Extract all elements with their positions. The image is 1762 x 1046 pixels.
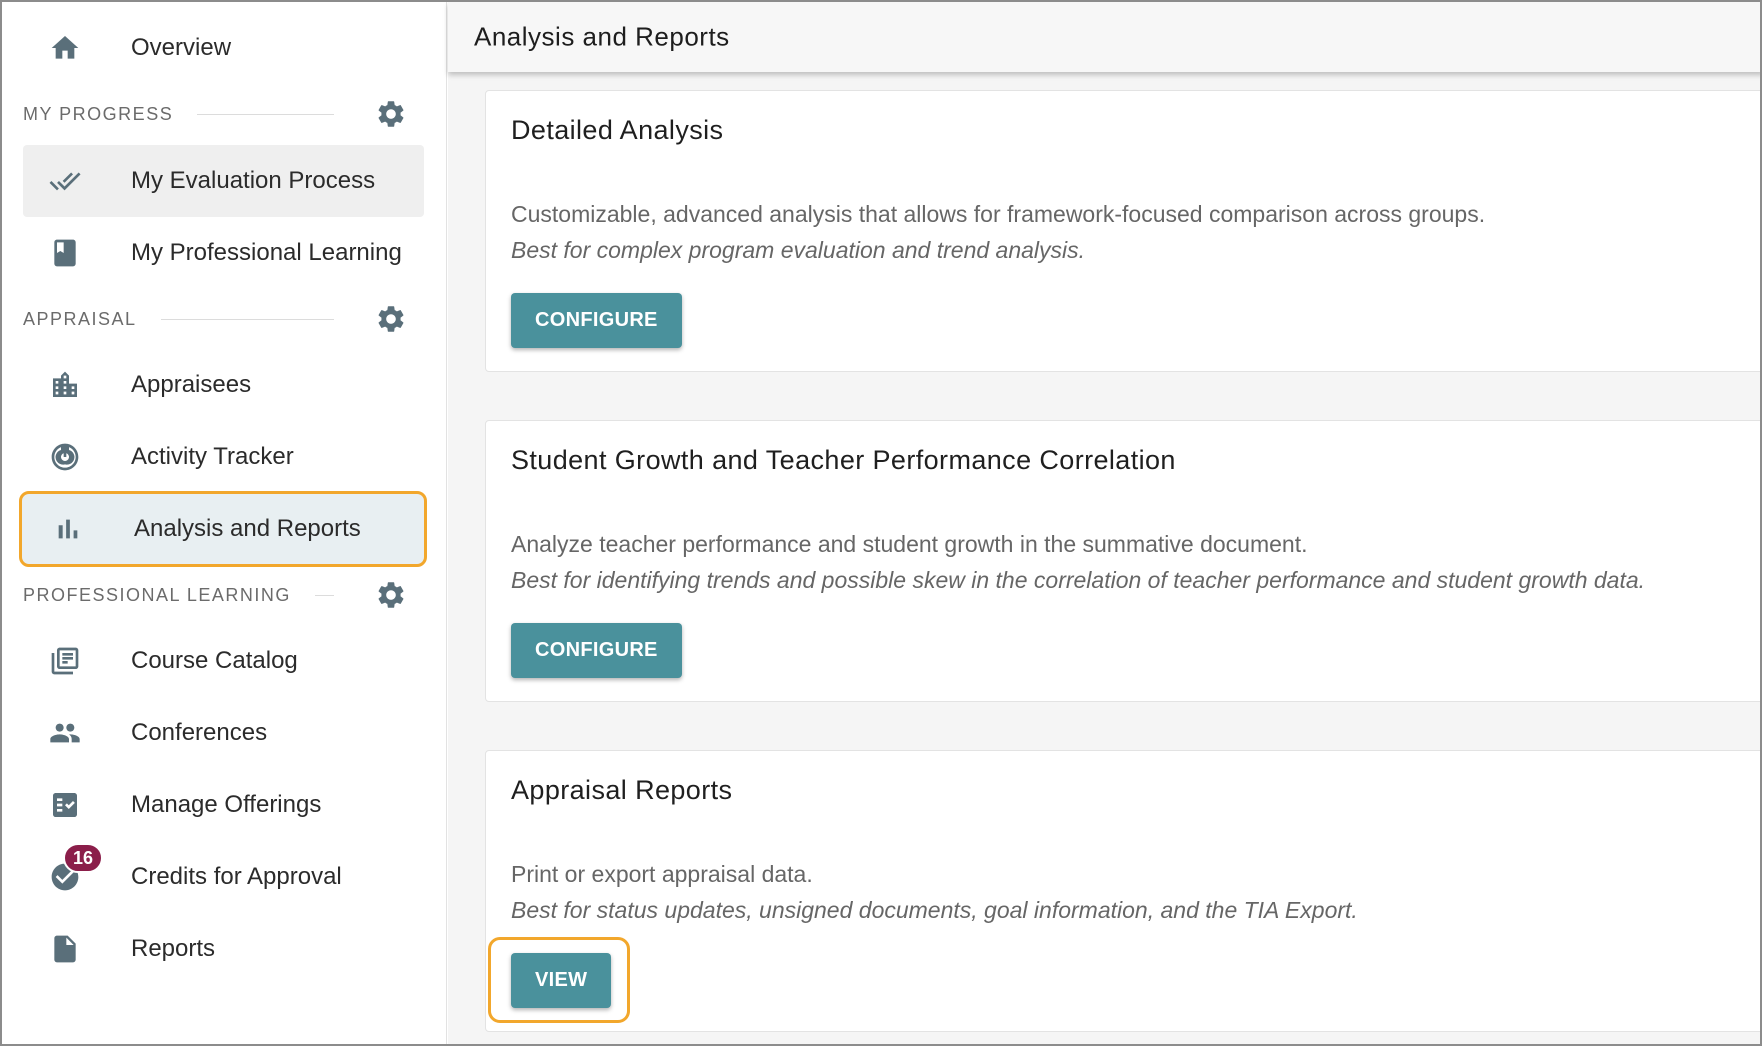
checklist-icon xyxy=(47,787,83,823)
page-header: Analysis and Reports xyxy=(448,2,1760,72)
gear-icon[interactable] xyxy=(374,302,408,336)
bar-chart-icon xyxy=(50,511,86,547)
sidebar-item-overview[interactable]: Overview xyxy=(23,12,424,84)
target-icon xyxy=(47,439,83,475)
main-content: Analysis and Reports Detailed Analysis C… xyxy=(448,2,1760,1044)
card-student-growth-correlation: Student Growth and Teacher Performance C… xyxy=(485,420,1760,702)
sidebar-item-label: Analysis and Reports xyxy=(134,515,361,542)
card-appraisal-reports: Appraisal Reports Print or export apprai… xyxy=(485,750,1760,1032)
sidebar-item-analysis-and-reports[interactable]: Analysis and Reports xyxy=(19,491,427,567)
card-description: Analyze teacher performance and student … xyxy=(511,531,1308,557)
section-divider xyxy=(197,113,334,115)
sidebar-item-appraisees[interactable]: Appraisees xyxy=(23,349,424,421)
double-check-icon xyxy=(47,163,83,199)
sidebar-item-label: Appraisees xyxy=(131,371,252,398)
section-title: PROFESSIONAL LEARNING xyxy=(23,584,291,605)
card-title: Detailed Analysis xyxy=(511,115,724,145)
section-header-appraisal: APPRAISAL xyxy=(23,299,408,339)
section-divider xyxy=(160,318,334,320)
card-title: Appraisal Reports xyxy=(511,775,733,805)
sidebar: Overview MY PROGRESS My Evaluation Proce… xyxy=(2,2,447,1044)
configure-button[interactable]: CONFIGURE xyxy=(511,623,682,678)
card-best-for: Best for status updates, unsigned docume… xyxy=(511,897,1358,923)
card-description: Customizable, advanced analysis that all… xyxy=(511,201,1486,227)
sidebar-item-reports[interactable]: Reports xyxy=(23,913,424,985)
library-books-icon xyxy=(47,643,83,679)
sidebar-item-label: My Evaluation Process xyxy=(131,167,376,194)
sidebar-item-label: Overview xyxy=(131,34,232,61)
sidebar-item-label: Conferences xyxy=(131,719,268,746)
sidebar-item-my-evaluation-process[interactable]: My Evaluation Process xyxy=(23,145,424,217)
app-window: Overview MY PROGRESS My Evaluation Proce… xyxy=(0,0,1762,1046)
view-button-highlight xyxy=(488,937,630,1023)
card-detailed-analysis: Detailed Analysis Customizable, advanced… xyxy=(485,90,1760,372)
sidebar-item-conferences[interactable]: Conferences xyxy=(23,697,424,769)
sidebar-item-course-catalog[interactable]: Course Catalog xyxy=(23,625,424,697)
sidebar-item-credits-for-approval[interactable]: 16 Credits for Approval xyxy=(23,841,424,913)
section-divider xyxy=(314,594,334,596)
document-icon xyxy=(47,931,83,967)
home-icon xyxy=(47,30,83,66)
building-icon xyxy=(47,367,83,403)
section-title: APPRAISAL xyxy=(23,308,137,329)
gear-icon[interactable] xyxy=(374,578,408,612)
notification-badge: 16 xyxy=(63,843,104,873)
section-header-professional-learning: PROFESSIONAL LEARNING xyxy=(23,575,408,615)
page-title: Analysis and Reports xyxy=(474,21,730,52)
sidebar-item-label: Credits for Approval xyxy=(131,863,342,890)
sidebar-item-label: Activity Tracker xyxy=(131,443,294,470)
card-best-for: Best for complex program evaluation and … xyxy=(511,237,1086,263)
card-description: Print or export appraisal data. xyxy=(511,861,813,887)
sidebar-item-label: My Professional Learning xyxy=(131,239,402,266)
book-icon xyxy=(47,235,83,271)
sidebar-item-label: Manage Offerings xyxy=(131,791,322,818)
sidebar-item-label: Reports xyxy=(131,935,216,962)
gear-icon[interactable] xyxy=(374,97,408,131)
sidebar-item-manage-offerings[interactable]: Manage Offerings xyxy=(23,769,424,841)
section-header-my-progress: MY PROGRESS xyxy=(23,94,408,134)
section-title: MY PROGRESS xyxy=(23,103,174,124)
sidebar-item-my-professional-learning[interactable]: My Professional Learning xyxy=(23,217,424,289)
configure-button[interactable]: CONFIGURE xyxy=(511,293,682,348)
people-icon xyxy=(47,715,83,751)
card-best-for: Best for identifying trends and possible… xyxy=(511,567,1646,593)
sidebar-item-label: Course Catalog xyxy=(131,647,298,674)
sidebar-item-activity-tracker[interactable]: Activity Tracker xyxy=(23,421,424,493)
card-title: Student Growth and Teacher Performance C… xyxy=(511,445,1176,475)
